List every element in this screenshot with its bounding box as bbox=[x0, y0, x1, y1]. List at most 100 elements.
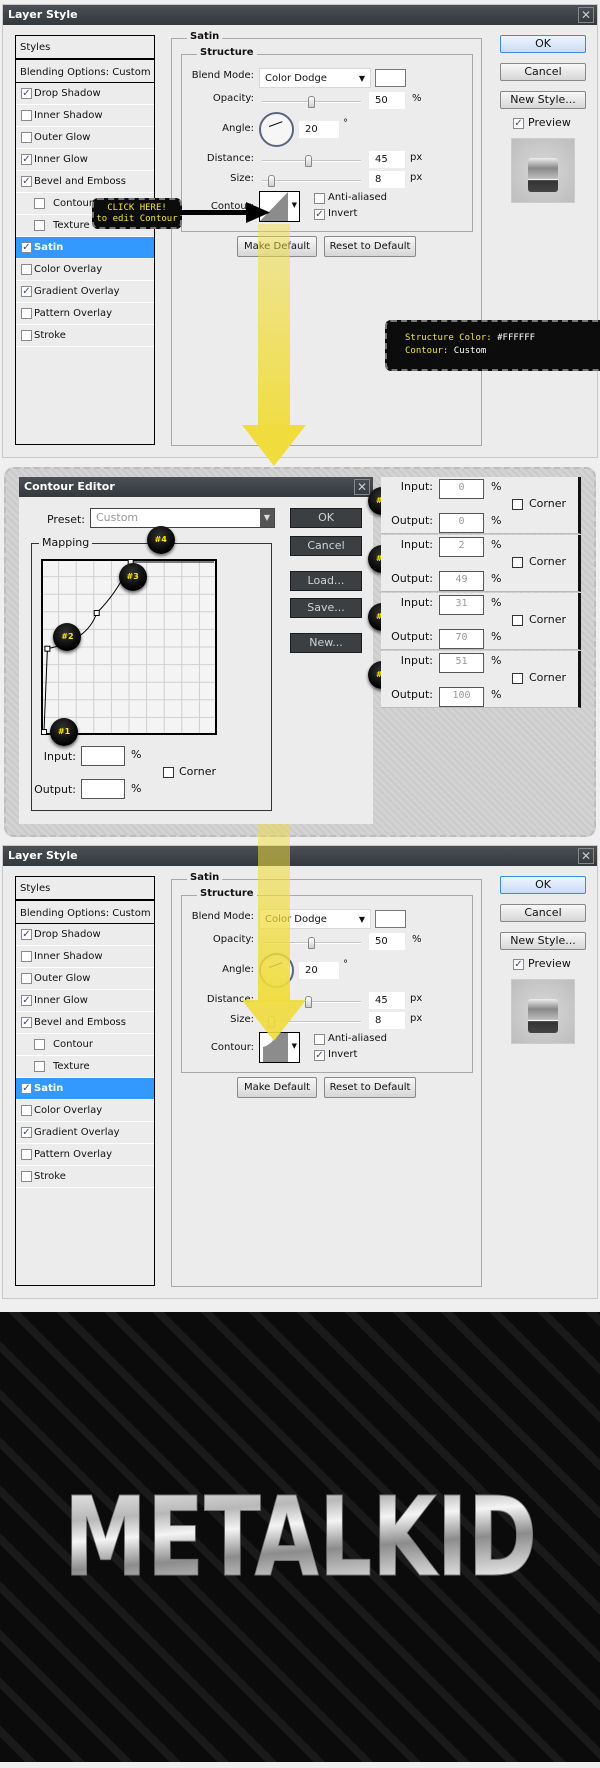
style-item-satin[interactable]: ✓ Satin bbox=[16, 1078, 154, 1100]
checkbox[interactable] bbox=[21, 264, 32, 275]
new-style-button[interactable]: New Style... bbox=[500, 932, 586, 950]
style-item-contour[interactable]: Contour bbox=[16, 1034, 154, 1056]
angle-input[interactable]: 20 bbox=[299, 121, 339, 138]
style-item-stroke[interactable]: Stroke bbox=[16, 1166, 154, 1188]
point-output-field[interactable]: 70 bbox=[439, 629, 484, 649]
preview-checkbox[interactable]: ✓ bbox=[513, 959, 524, 970]
point-input-field[interactable]: 51 bbox=[439, 653, 484, 673]
style-item-inner-glow[interactable]: ✓ Inner Glow bbox=[16, 149, 154, 171]
opacity-input[interactable]: 50 bbox=[369, 92, 405, 109]
checkbox[interactable] bbox=[21, 1105, 32, 1116]
slider-thumb[interactable] bbox=[268, 175, 275, 187]
checkbox[interactable]: ✓ bbox=[21, 929, 32, 940]
reset-default-button[interactable]: Reset to Default bbox=[324, 236, 416, 257]
style-item-outer-glow[interactable]: Outer Glow bbox=[16, 127, 154, 149]
checkbox[interactable] bbox=[21, 951, 32, 962]
cancel-button[interactable]: Cancel bbox=[500, 904, 586, 922]
style-item-color-overlay[interactable]: Color Overlay bbox=[16, 259, 154, 281]
checkbox[interactable]: ✓ bbox=[21, 995, 32, 1006]
preview-checkbox[interactable]: ✓ bbox=[513, 118, 524, 129]
checkbox[interactable]: ✓ bbox=[21, 1127, 32, 1138]
style-item-bevel-and-emboss[interactable]: ✓ Bevel and Emboss bbox=[16, 171, 154, 193]
size-input[interactable]: 8 bbox=[369, 1012, 405, 1029]
make-default-button[interactable]: Make Default bbox=[237, 236, 317, 257]
checkbox[interactable] bbox=[21, 110, 32, 121]
style-item-pattern-overlay[interactable]: Pattern Overlay bbox=[16, 1144, 154, 1166]
opacity-slider[interactable] bbox=[262, 96, 361, 108]
size-input[interactable]: 8 bbox=[369, 171, 405, 188]
checkbox[interactable] bbox=[21, 132, 32, 143]
anti-aliased-checkbox[interactable] bbox=[314, 1034, 325, 1045]
point-input-field[interactable]: 2 bbox=[439, 537, 484, 557]
point-output-field[interactable]: 100 bbox=[439, 687, 484, 707]
slider-thumb[interactable] bbox=[305, 155, 312, 167]
angle-dial[interactable] bbox=[259, 112, 294, 147]
cancel-button[interactable]: Cancel bbox=[500, 63, 586, 81]
style-item-satin[interactable]: ✓ Satin bbox=[16, 237, 154, 259]
point-output-field[interactable]: 49 bbox=[439, 571, 484, 591]
curve-point-handle[interactable] bbox=[41, 729, 47, 735]
distance-input[interactable]: 45 bbox=[369, 151, 405, 168]
corner-checkbox[interactable] bbox=[512, 499, 523, 510]
close-icon[interactable]: ✕ bbox=[578, 848, 594, 864]
opacity-slider[interactable] bbox=[262, 937, 361, 949]
style-item-stroke[interactable]: Stroke bbox=[16, 325, 154, 347]
close-icon[interactable]: ✕ bbox=[354, 479, 370, 495]
blend-mode-select[interactable]: Color Dodge ▼ bbox=[259, 909, 371, 929]
anti-aliased-checkbox[interactable] bbox=[314, 193, 325, 204]
checkbox[interactable] bbox=[21, 973, 32, 984]
checkbox[interactable] bbox=[34, 198, 45, 209]
invert-checkbox[interactable]: ✓ bbox=[314, 209, 325, 220]
slider-thumb[interactable] bbox=[308, 937, 315, 949]
curve-point-handle[interactable] bbox=[44, 645, 51, 652]
structure-color-swatch[interactable] bbox=[375, 910, 406, 928]
checkbox[interactable] bbox=[21, 1171, 32, 1182]
contour-picker[interactable]: ▼ bbox=[259, 1032, 300, 1063]
editor-save-button[interactable]: Save... bbox=[290, 598, 362, 618]
size-slider[interactable] bbox=[262, 1016, 361, 1028]
style-item-inner-shadow[interactable]: Inner Shadow bbox=[16, 946, 154, 968]
structure-color-swatch[interactable] bbox=[375, 69, 406, 87]
style-item-inner-glow[interactable]: ✓ Inner Glow bbox=[16, 990, 154, 1012]
output-field[interactable] bbox=[81, 779, 125, 799]
style-item-drop-shadow[interactable]: ✓ Drop Shadow bbox=[16, 83, 154, 105]
editor-load-button[interactable]: Load... bbox=[290, 571, 362, 591]
blending-options[interactable]: Blending Options: Custom bbox=[16, 62, 154, 83]
editor-ok-button[interactable]: OK bbox=[290, 508, 362, 528]
invert-checkbox[interactable]: ✓ bbox=[314, 1050, 325, 1061]
angle-input[interactable]: 20 bbox=[299, 962, 339, 979]
input-field[interactable] bbox=[81, 746, 125, 766]
size-slider[interactable] bbox=[262, 175, 361, 187]
checkbox[interactable] bbox=[34, 220, 45, 231]
blend-mode-select[interactable]: Color Dodge ▼ bbox=[259, 68, 371, 88]
style-item-color-overlay[interactable]: Color Overlay bbox=[16, 1100, 154, 1122]
styles-header[interactable]: Styles bbox=[16, 877, 154, 901]
editor-cancel-button[interactable]: Cancel bbox=[290, 536, 362, 556]
checkbox[interactable] bbox=[34, 1039, 45, 1050]
checkbox[interactable]: ✓ bbox=[21, 176, 32, 187]
corner-checkbox[interactable] bbox=[512, 615, 523, 626]
style-item-outer-glow[interactable]: Outer Glow bbox=[16, 968, 154, 990]
new-style-button[interactable]: New Style... bbox=[500, 91, 586, 109]
style-item-gradient-overlay[interactable]: ✓ Gradient Overlay bbox=[16, 1122, 154, 1144]
slider-thumb[interactable] bbox=[308, 96, 315, 108]
checkbox[interactable]: ✓ bbox=[21, 286, 32, 297]
checkbox[interactable]: ✓ bbox=[21, 1017, 32, 1028]
curve-point-handle[interactable] bbox=[93, 610, 100, 616]
close-icon[interactable]: ✕ bbox=[578, 7, 594, 23]
style-item-drop-shadow[interactable]: ✓ Drop Shadow bbox=[16, 924, 154, 946]
distance-slider[interactable] bbox=[262, 996, 361, 1008]
checkbox[interactable] bbox=[21, 308, 32, 319]
reset-default-button[interactable]: Reset to Default bbox=[324, 1077, 416, 1098]
checkbox[interactable] bbox=[21, 1149, 32, 1160]
checkbox[interactable]: ✓ bbox=[21, 88, 32, 99]
point-input-field[interactable]: 0 bbox=[439, 479, 484, 499]
checkbox[interactable]: ✓ bbox=[21, 242, 32, 253]
corner-checkbox[interactable] bbox=[163, 767, 174, 778]
style-item-bevel-and-emboss[interactable]: ✓ Bevel and Emboss bbox=[16, 1012, 154, 1034]
make-default-button[interactable]: Make Default bbox=[237, 1077, 317, 1098]
checkbox[interactable] bbox=[34, 1061, 45, 1072]
blending-options[interactable]: Blending Options: Custom bbox=[16, 903, 154, 924]
corner-checkbox[interactable] bbox=[512, 557, 523, 568]
corner-checkbox[interactable] bbox=[512, 673, 523, 684]
